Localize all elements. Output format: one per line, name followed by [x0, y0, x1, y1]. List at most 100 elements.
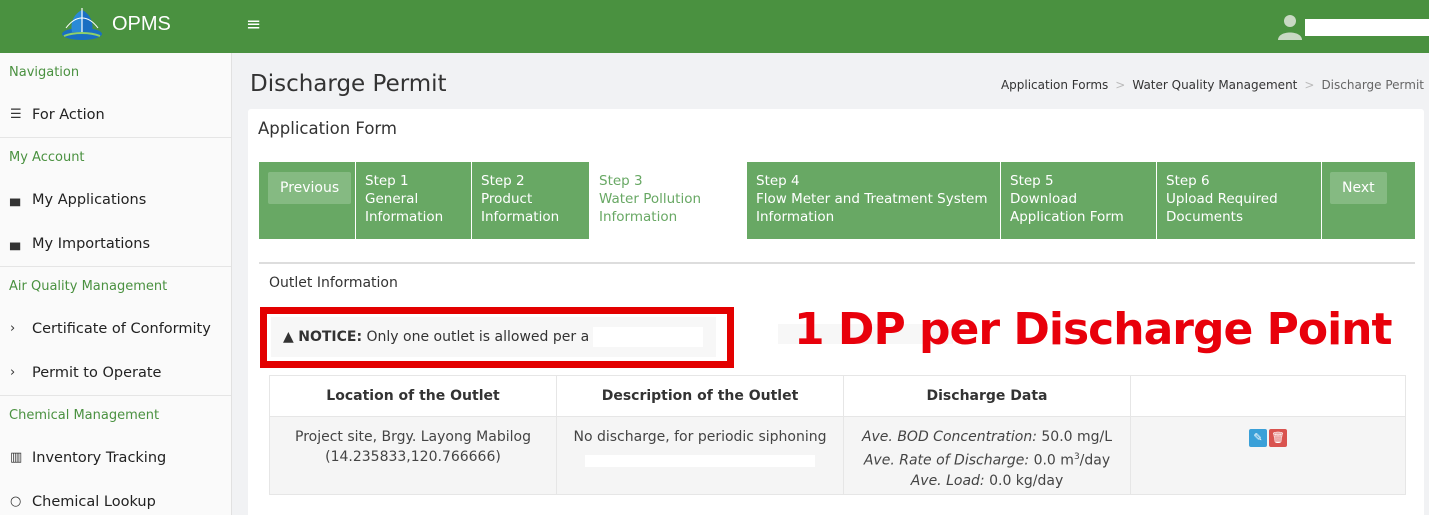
application-form-panel: Application Form Previous Step 1 General…	[248, 109, 1424, 519]
discharge-data-cell: Ave. BOD Concentration: 50.0 mg/L Ave. R…	[843, 416, 1131, 495]
annotation-text: 1 DP per Discharge Point	[794, 304, 1393, 355]
breadcrumb-separator-icon: >	[1115, 78, 1126, 92]
breadcrumb-separator-icon: >	[1304, 78, 1315, 92]
sidebar-header-my-account: My Account	[0, 137, 231, 178]
step-label: Step 4	[756, 173, 800, 189]
step-6[interactable]: Step 6 Upload Required Documents	[1156, 162, 1321, 239]
step-label: Documents	[1166, 209, 1243, 225]
brand[interactable]: OPMS	[60, 6, 171, 42]
step-label: Application Form	[1010, 209, 1124, 225]
sidebar-header-navigation: Navigation	[9, 65, 80, 80]
user-avatar-icon[interactable]	[1275, 12, 1305, 42]
column-header: Location of the Outlet	[269, 375, 557, 417]
load-label: Ave. Load:	[910, 472, 985, 489]
rate-unit: /day	[1079, 452, 1111, 469]
column-header: Description of the Outlet	[556, 375, 844, 417]
step-label: Information	[365, 209, 444, 225]
step-label: General	[365, 191, 419, 207]
step-label: Step 6	[1166, 173, 1210, 189]
location-coordinates: (14.235833,120.766666)	[325, 449, 501, 465]
step-label: Flow Meter and Treatment System	[756, 191, 988, 207]
sidebar-item-label: Certificate of Conformity	[32, 321, 211, 337]
warning-icon: ▲	[283, 329, 294, 345]
step-3[interactable]: Step 3 Water Pollution Information	[589, 162, 746, 239]
sidebar-header-air-quality: Air Quality Management	[0, 266, 231, 307]
step-5[interactable]: Step 5 Download Application Form	[1000, 162, 1156, 239]
next-button[interactable]: Next	[1330, 172, 1387, 204]
step-label: Download	[1010, 191, 1078, 207]
next-step-container: Next	[1321, 162, 1415, 239]
breadcrumb-item[interactable]: Application Forms	[1001, 78, 1108, 92]
logo-icon	[62, 8, 102, 40]
rate-value: 0.0 m	[1033, 452, 1074, 469]
step-label: Information	[481, 209, 560, 225]
user-name-redacted[interactable]	[1305, 19, 1429, 36]
list-icon: ☰	[10, 107, 22, 122]
step-1[interactable]: Step 1 General Information	[355, 162, 471, 239]
sidebar-item-my-applications[interactable]: ▄ My Applications	[0, 178, 231, 222]
step-label: Upload Required	[1166, 191, 1278, 207]
sidebar-item-label: My Applications	[32, 192, 147, 208]
sidebar-item-label: For Action	[32, 107, 105, 123]
table-row: Project site, Brgy. Layong Mabilog (14.2…	[269, 416, 1406, 495]
page-title: Discharge Permit	[250, 71, 447, 97]
delete-trash-icon[interactable]: 🗑	[1269, 429, 1287, 447]
wizard-steps: Previous Step 1 General Information Step…	[259, 162, 1415, 239]
location-cell: Project site, Brgy. Layong Mabilog (14.2…	[269, 416, 557, 495]
circle-icon: ○	[10, 494, 22, 509]
sidebar-item-my-importations[interactable]: ▄ My Importations	[0, 222, 231, 266]
divider	[259, 262, 1415, 264]
step-label: Water Pollution	[599, 191, 702, 207]
column-header: Discharge Data	[843, 375, 1131, 417]
sidebar: Navigation ☰ For Action My Account ▄ My …	[0, 53, 232, 515]
top-navbar: OPMS ≡	[0, 0, 1429, 53]
redaction	[585, 455, 815, 467]
step-label: Step 2	[481, 173, 525, 189]
description-cell: No discharge, for periodic siphoning	[556, 416, 844, 495]
bod-label: Ave. BOD Concentration:	[861, 429, 1037, 445]
sidebar-item-chemical-lookup[interactable]: ○ Chemical Lookup	[0, 480, 231, 524]
box-icon: ▄	[10, 236, 20, 251]
sidebar-item-inventory-tracking[interactable]: ▥ Inventory Tracking	[0, 436, 231, 480]
sidebar-header-chemical: Chemical Management	[0, 395, 231, 436]
box-icon: ▄	[10, 192, 20, 207]
sidebar-item-label: My Importations	[32, 236, 151, 252]
step-2[interactable]: Step 2 Product Information	[471, 162, 589, 239]
step-label: Step 1	[365, 173, 409, 189]
load-value: 0.0 kg/day	[989, 472, 1064, 489]
sidebar-item-label: Permit to Operate	[32, 365, 162, 381]
chevron-right-icon: ›	[10, 321, 16, 336]
bod-value: 50.0 mg/L	[1041, 429, 1113, 445]
breadcrumb-item[interactable]: Water Quality Management	[1132, 78, 1297, 92]
step-4[interactable]: Step 4 Flow Meter and Treatment System I…	[746, 162, 1000, 239]
outlet-table: Location of the Outlet Description of th…	[269, 375, 1406, 495]
notice-prefix: NOTICE:	[298, 329, 363, 345]
breadcrumb-current: Discharge Permit	[1321, 78, 1424, 92]
chevron-right-icon: ›	[10, 365, 16, 380]
step-label: Step 3	[599, 173, 643, 189]
step-label: Step 5	[1010, 173, 1054, 189]
panel-title: Application Form	[258, 119, 398, 138]
actions-cell: ✎ 🗑	[1130, 416, 1406, 495]
sidebar-item-label: Chemical Lookup	[32, 494, 156, 510]
step-label: Information	[599, 209, 678, 225]
notice-text: Only one outlet is allowed per a	[366, 329, 590, 345]
outlet-section-title: Outlet Information	[269, 275, 398, 291]
location-name: Project site, Brgy. Layong Mabilog	[295, 429, 531, 445]
description-text: No discharge, for periodic siphoning	[573, 429, 827, 445]
sidebar-item-certificate-of-conformity[interactable]: › Certificate of Conformity	[0, 307, 231, 351]
app-name: OPMS	[112, 12, 171, 35]
main-content: Discharge Permit Application Forms > Water…	[232, 53, 1429, 519]
redaction	[593, 327, 703, 347]
previous-button[interactable]: Previous	[268, 172, 352, 204]
sidebar-item-permit-to-operate[interactable]: › Permit to Operate	[0, 351, 231, 395]
step-label: Information	[756, 209, 835, 225]
previous-step-container: Previous	[259, 162, 355, 239]
step-label: Product	[481, 191, 533, 207]
sidebar-item-for-action[interactable]: ☰ For Action	[0, 93, 231, 137]
menu-toggle-icon[interactable]: ≡	[246, 14, 261, 35]
bar-chart-icon: ▥	[10, 450, 23, 465]
edit-pencil-icon[interactable]: ✎	[1249, 429, 1267, 447]
column-header	[1130, 375, 1406, 417]
sidebar-item-label: Inventory Tracking	[32, 450, 167, 466]
